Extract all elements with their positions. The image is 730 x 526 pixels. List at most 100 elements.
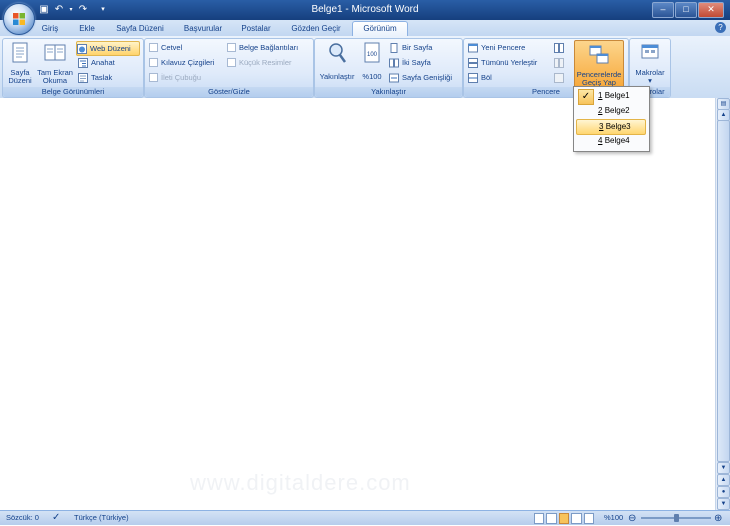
anahat-label: Anahat [91, 58, 115, 67]
tab-gozden-gecir[interactable]: Gözden Geçir [284, 22, 348, 36]
belge2-name: Belge2 [604, 106, 630, 115]
word-count[interactable]: Sözcük: 0 [6, 511, 39, 525]
tumunu-yerlestir-label: Tümünü Yerleştir [481, 58, 538, 67]
cetvel-label: Cetvel [161, 43, 183, 52]
office-button[interactable] [3, 3, 35, 35]
belge4-number: 4 [598, 136, 603, 145]
reset-window-position-button [554, 71, 564, 84]
sync-scrolling-button [554, 56, 564, 69]
iki-sayfa-button[interactable]: İki Sayfa [389, 56, 431, 69]
language-indicator[interactable]: Türkçe (Türkiye) [74, 511, 129, 525]
web-layout-view-icon[interactable] [558, 513, 570, 524]
tam-ekran-label-2: Okuma [42, 76, 68, 85]
dropdown-item-belge1[interactable]: ✓ 1 Belge1 [576, 89, 646, 105]
bol-label: Böl [481, 73, 492, 82]
taslak-button[interactable]: Taslak [78, 71, 112, 84]
tab-giris[interactable]: Giriş [38, 22, 62, 36]
dropdown-item-belge4[interactable]: 4 Belge4 [576, 134, 646, 148]
kilavuz-check-box[interactable] [149, 58, 158, 67]
tab-sayfa-duzeni[interactable]: Sayfa Düzeni [110, 22, 170, 36]
window-controls: – □ ✕ [652, 2, 724, 18]
belge1-number: 1 [598, 91, 603, 100]
group-belge-gorunumleri: Sayfa Düzeni Tam Ekran Okuma Web Düzeni … [2, 38, 144, 98]
yuzde100-button[interactable]: 100 %100 [359, 41, 385, 81]
cetvel-check-box[interactable] [149, 43, 158, 52]
yakinlastir-button[interactable]: Yakınlaştır [317, 41, 357, 81]
print-layout-icon [12, 42, 28, 63]
iki-sayfa-label: İki Sayfa [402, 58, 431, 67]
title-bar: ▣ ↶ ▾ ↷ ▾ Belge1 - Microsoft Word – □ ✕ [0, 0, 730, 20]
help-icon[interactable]: ? [715, 22, 726, 33]
anahat-button[interactable]: Anahat [78, 56, 115, 69]
browse-object-icon[interactable]: ● [717, 486, 730, 498]
page-width-icon [389, 73, 399, 82]
view-side-by-side-button[interactable] [554, 41, 564, 54]
reading-view-icon[interactable] [546, 513, 557, 524]
dropdown-item-belge2[interactable]: 2 Belge2 [576, 104, 646, 118]
tab-postalar[interactable]: Postalar [236, 22, 276, 36]
sayfa-duzeni-button[interactable]: Sayfa Düzeni [5, 41, 35, 85]
yuzde100-label: %100 [362, 72, 382, 81]
new-window-icon [468, 43, 478, 52]
taslak-label: Taslak [91, 73, 113, 82]
kilavuz-checkbox[interactable]: Kılavuz Çizgileri [149, 56, 214, 69]
scroll-down-icon[interactable]: ▼ [717, 462, 730, 474]
svg-text:100: 100 [367, 52, 378, 58]
zoom-level[interactable]: %100 [604, 511, 623, 525]
maximize-icon[interactable]: □ [675, 2, 697, 18]
status-bar: Sözcük: 0 ✓ Türkçe (Türkiye) %100 ⊖ ⊕ [0, 510, 730, 525]
document-area[interactable]: www.digitaldere.com [0, 98, 716, 510]
web-duzeni-button[interactable]: Web Düzeni [76, 41, 140, 56]
next-page-icon[interactable]: ▼ [717, 498, 730, 510]
belge2-number: 2 [598, 106, 603, 115]
tam-ekran-okuma-button[interactable]: Tam Ekran Okuma [36, 41, 74, 85]
ileti-label: İleti Çubuğu [161, 73, 202, 82]
sayfa-duzeni-label-2: Düzeni [8, 76, 32, 85]
zoom-100-icon: 100 [364, 42, 380, 63]
window-title: Belge1 - Microsoft Word [311, 4, 419, 15]
ileti-cubugu-checkbox: İleti Çubuğu [149, 71, 201, 84]
group-yakinlastir: Yakınlaştır 100 %100 Bir Sayfa İki Sayfa… [314, 38, 463, 98]
macros-icon [641, 44, 659, 59]
minimize-icon[interactable]: – [652, 2, 674, 18]
bol-button[interactable]: Böl [468, 71, 492, 84]
tab-ekle[interactable]: Ekle [74, 22, 100, 36]
watermark: www.digitaldere.com [190, 470, 411, 495]
previous-page-icon[interactable]: ▲ [717, 474, 730, 486]
yeni-pencere-button[interactable]: Yeni Pencere [468, 41, 525, 54]
print-layout-view-icon[interactable] [534, 513, 545, 524]
makrolar-dropdown-icon: ▾ [648, 76, 652, 85]
pencerelerde-gecis-yap-button[interactable]: Pencerelerde Geçiş Yap [574, 40, 624, 88]
belge-baglantilari-checkbox[interactable]: Belge Bağlantıları [227, 41, 298, 54]
sayfa-genisligi-label: Sayfa Genişliği [402, 73, 453, 82]
sayfa-genisligi-button[interactable]: Sayfa Genişliği [389, 71, 452, 84]
vertical-scrollbar[interactable]: ▤ ▲ ▼ ▲ ● ▼ [715, 98, 730, 510]
outline-icon [78, 57, 88, 68]
split-icon [468, 72, 478, 83]
bir-sayfa-button[interactable]: Bir Sayfa [389, 41, 432, 54]
sync-scroll-icon [554, 57, 564, 68]
tab-basvurular[interactable]: Başvurular [178, 22, 228, 36]
office-logo-icon [13, 13, 25, 25]
switch-windows-icon [589, 45, 609, 64]
proofing-icon[interactable]: ✓ [52, 511, 60, 525]
magnifier-icon [329, 43, 347, 63]
tab-gorunum[interactable]: Görünüm [352, 21, 408, 37]
view-buttons [534, 513, 595, 524]
web-duzeni-label: Web Düzeni [90, 44, 131, 53]
outline-view-icon[interactable] [571, 513, 582, 524]
dropdown-item-belge3[interactable]: 3 Belge3 [576, 119, 646, 135]
close-icon[interactable]: ✕ [698, 2, 724, 18]
belge-baglantilari-label: Belge Bağlantıları [239, 43, 299, 52]
ileti-check-box [149, 73, 158, 82]
cetvel-checkbox[interactable]: Cetvel [149, 41, 182, 54]
makrolar-button[interactable]: Makrolar ▾ [632, 41, 668, 85]
zoom-slider-thumb[interactable] [674, 514, 679, 522]
group-goster-gizle: Cetvel Kılavuz Çizgileri İleti Çubuğu Be… [144, 38, 314, 98]
scroll-thumb[interactable] [717, 120, 730, 462]
tumunu-yerlestir-button[interactable]: Tümünü Yerleştir [468, 56, 537, 69]
draft-view-icon[interactable] [583, 513, 595, 524]
draft-icon [78, 72, 88, 83]
belge-baglantilari-check-box[interactable] [227, 43, 236, 52]
two-pages-icon [389, 58, 399, 67]
